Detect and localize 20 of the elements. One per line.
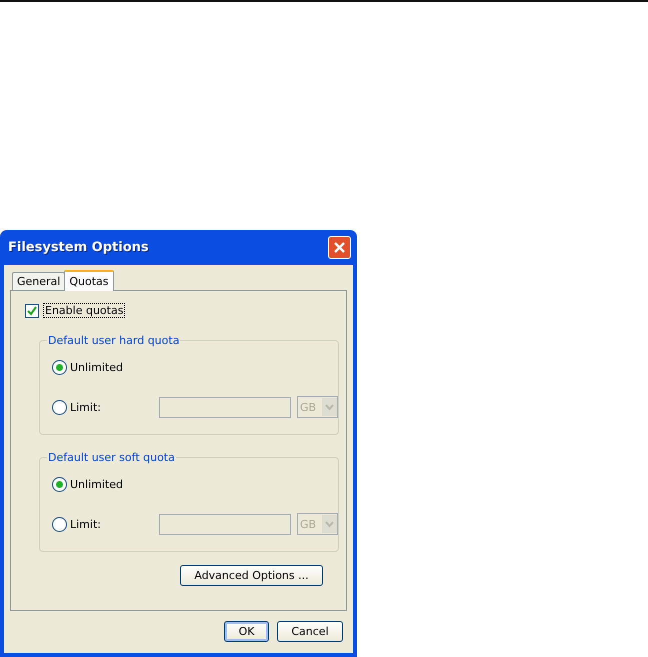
tab[interactable]: General bbox=[12, 272, 66, 290]
radio-label: Limit: bbox=[70, 518, 101, 530]
group-title: Default user hard quota bbox=[47, 334, 180, 347]
caret-icon bbox=[322, 515, 337, 533]
unit-text: GB bbox=[300, 518, 316, 530]
radio-label: Unlimited bbox=[70, 478, 123, 490]
checkbox-label: Enable quotas bbox=[43, 303, 126, 318]
caret-icon bbox=[322, 398, 337, 416]
radio-label: Unlimited bbox=[70, 360, 123, 374]
advanced-options-button[interactable]: Advanced Options ... bbox=[180, 565, 323, 586]
radio-label: Limit: bbox=[70, 400, 101, 414]
tab[interactable]: Quotas bbox=[64, 270, 114, 291]
window-title: Filesystem Options bbox=[8, 240, 149, 255]
group-title: Default user soft quota bbox=[47, 451, 176, 464]
close-button[interactable] bbox=[328, 236, 351, 259]
ok-button[interactable]: OK bbox=[224, 621, 269, 642]
close-icon bbox=[333, 241, 346, 254]
unit-text: GB bbox=[300, 400, 316, 414]
checkbox[interactable] bbox=[25, 304, 39, 318]
cancel-button[interactable]: Cancel bbox=[277, 621, 343, 642]
